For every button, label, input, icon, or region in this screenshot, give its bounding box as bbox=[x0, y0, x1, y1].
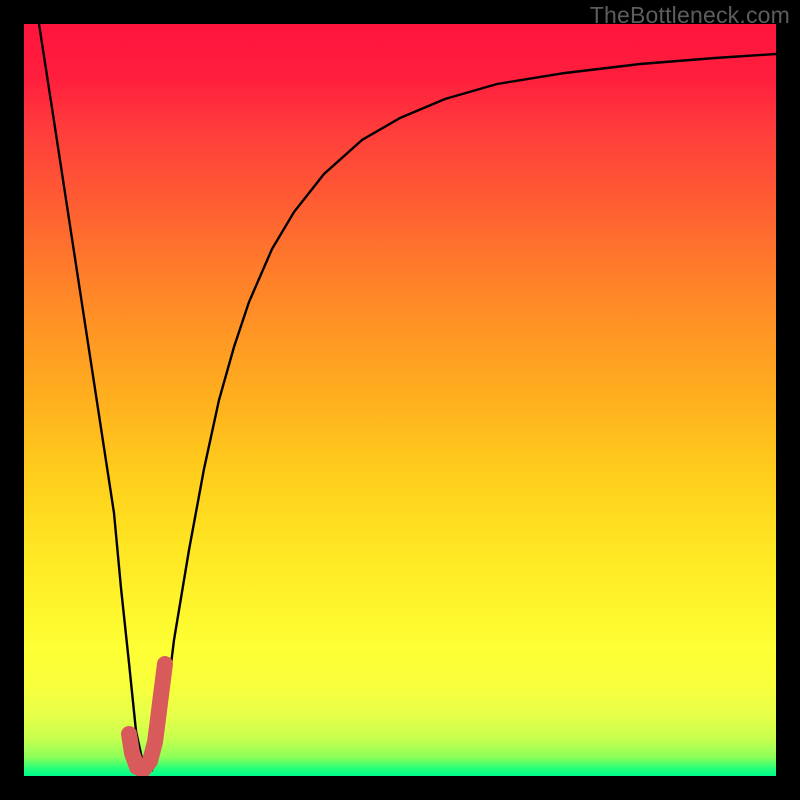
bottleneck-curve bbox=[39, 24, 776, 770]
curve-layer bbox=[24, 24, 776, 776]
chart-frame: TheBottleneck.com bbox=[0, 0, 800, 800]
watermark-text: TheBottleneck.com bbox=[590, 2, 790, 29]
plot-area bbox=[24, 24, 776, 776]
